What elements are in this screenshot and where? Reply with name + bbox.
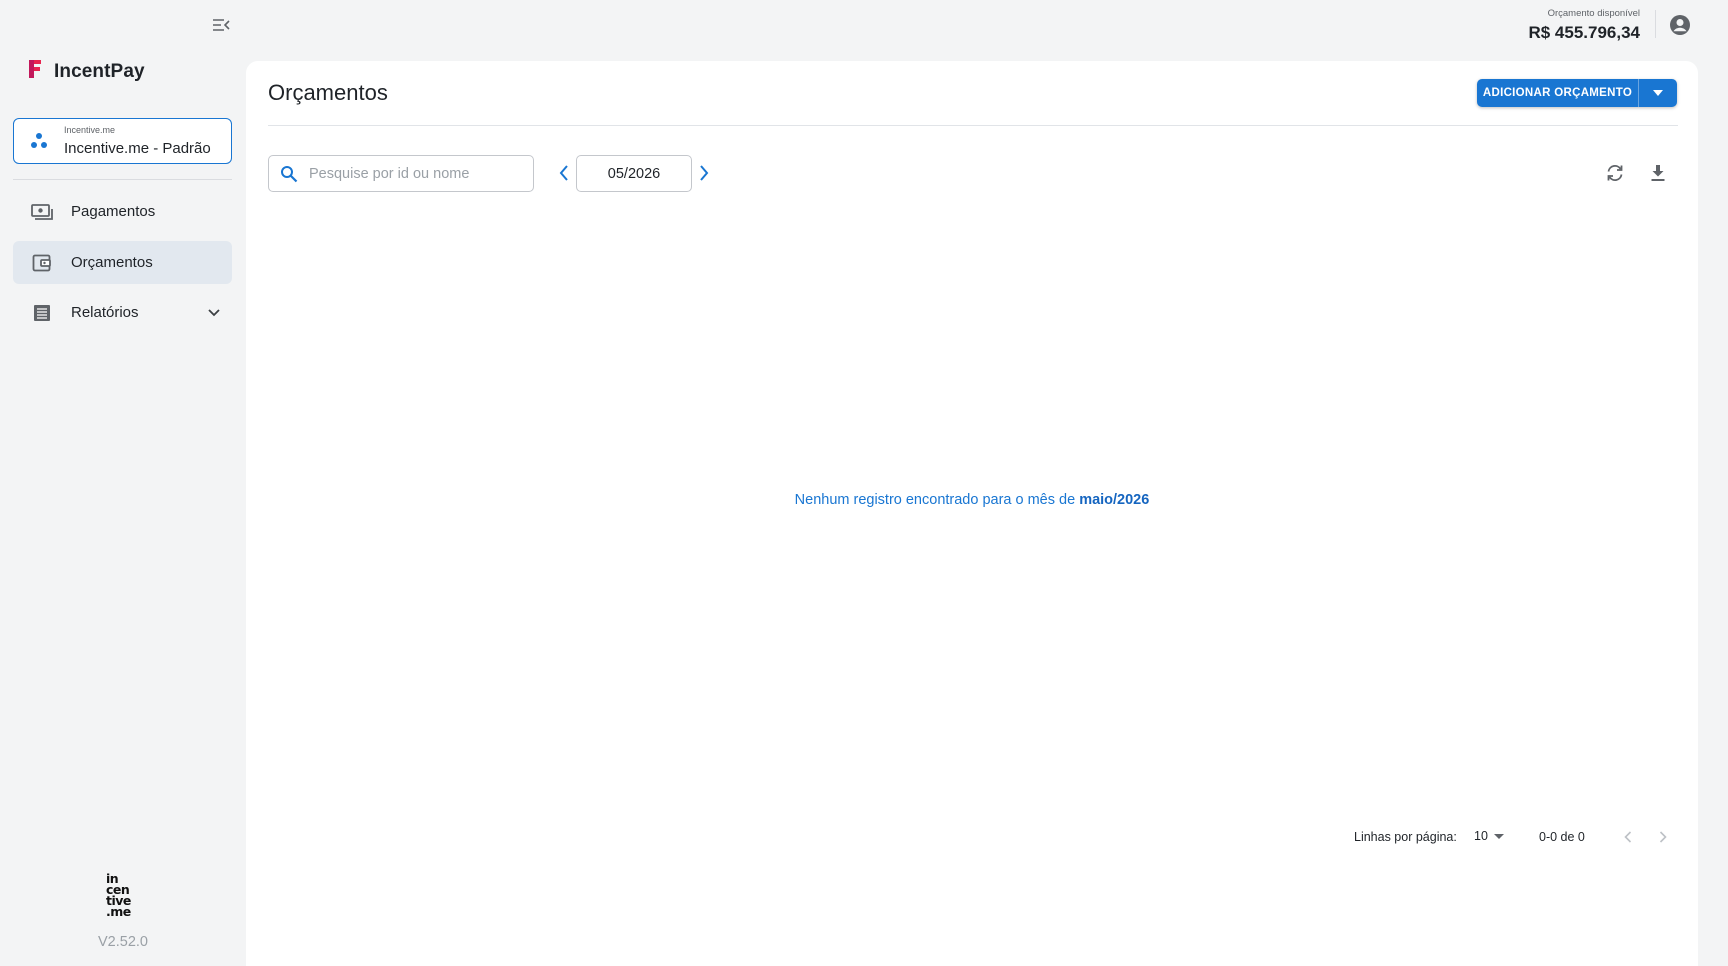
empty-state-text: Nenhum registro encontrado para o mês de (794, 492, 1080, 508)
sidebar-item-orcamentos[interactable]: Orçamentos (13, 241, 232, 284)
search-icon (269, 165, 309, 183)
empty-state-month: maio/2026 (1079, 492, 1150, 508)
rows-per-page-label: Linhas por página: (1354, 830, 1457, 844)
download-icon[interactable] (1646, 161, 1670, 185)
add-budget-dropdown-icon[interactable] (1639, 79, 1677, 107)
caret-down-icon (1493, 829, 1504, 843)
incentpay-logo-icon (26, 58, 44, 85)
app-version: V2.52.0 (98, 934, 148, 950)
month-picker[interactable]: 05/2026 (576, 155, 692, 192)
account-circle-icon[interactable] (1668, 13, 1692, 37)
page-title: Orçamentos (268, 80, 388, 105)
title-divider (268, 125, 1678, 126)
sidebar-divider (13, 179, 232, 180)
sidebar-item-relatorios[interactable]: Relatórios (13, 291, 232, 334)
sidebar-item-pagamentos[interactable]: Pagamentos (13, 190, 232, 233)
budget-label: Orçamento disponível (1547, 8, 1640, 19)
incentive-me-logo: in cen tive .me (106, 872, 140, 919)
add-budget-button-group: ADICIONAR ORÇAMENTO (1477, 79, 1677, 107)
available-budget: Orçamento disponível R$ 455.796,34 (1528, 8, 1640, 44)
sidebar: IncentPay Incentive.me Incentive.me - Pa… (0, 0, 246, 966)
pagination-range: 0-0 de 0 (1539, 830, 1585, 844)
brand: IncentPay (26, 58, 145, 85)
logo-line: .me (106, 904, 131, 919)
budget-value: R$ 455.796,34 (1528, 23, 1640, 42)
add-budget-button[interactable]: ADICIONAR ORÇAMENTO (1477, 79, 1639, 107)
collapse-menu-icon[interactable] (208, 14, 234, 36)
search-input[interactable] (309, 165, 519, 182)
account-name: Incentive.me - Padrão (64, 139, 211, 157)
sidebar-item-label: Orçamentos (71, 254, 153, 271)
refresh-icon[interactable] (1603, 161, 1627, 185)
chevron-right-icon[interactable] (693, 162, 715, 184)
sidebar-item-label: Relatórios (71, 304, 139, 321)
search-field (268, 155, 534, 192)
previous-page-icon[interactable] (1616, 825, 1640, 849)
chevron-left-icon[interactable] (553, 162, 575, 184)
wallet-icon (13, 254, 71, 272)
app-name: IncentPay (54, 60, 145, 82)
sidebar-item-label: Pagamentos (71, 203, 156, 220)
next-page-icon[interactable] (1651, 825, 1675, 849)
topbar-divider (1655, 10, 1656, 38)
rows-per-page-select[interactable]: 10 (1474, 825, 1504, 847)
account-org-label: Incentive.me (64, 124, 116, 135)
pagination: Linhas por página: 10 0-0 de 0 (246, 824, 1698, 850)
organization-icon (14, 132, 64, 150)
payments-icon (13, 203, 71, 221)
report-icon (13, 304, 71, 322)
empty-state-message: Nenhum registro encontrado para o mês de… (246, 492, 1698, 508)
main-panel: Orçamentos ADICIONAR ORÇAMENTO 05/2026 N… (246, 61, 1698, 966)
rows-per-page-value: 10 (1474, 829, 1488, 843)
account-selector[interactable]: Incentive.me Incentive.me - Padrão (13, 118, 232, 164)
chevron-down-icon[interactable] (196, 308, 232, 317)
